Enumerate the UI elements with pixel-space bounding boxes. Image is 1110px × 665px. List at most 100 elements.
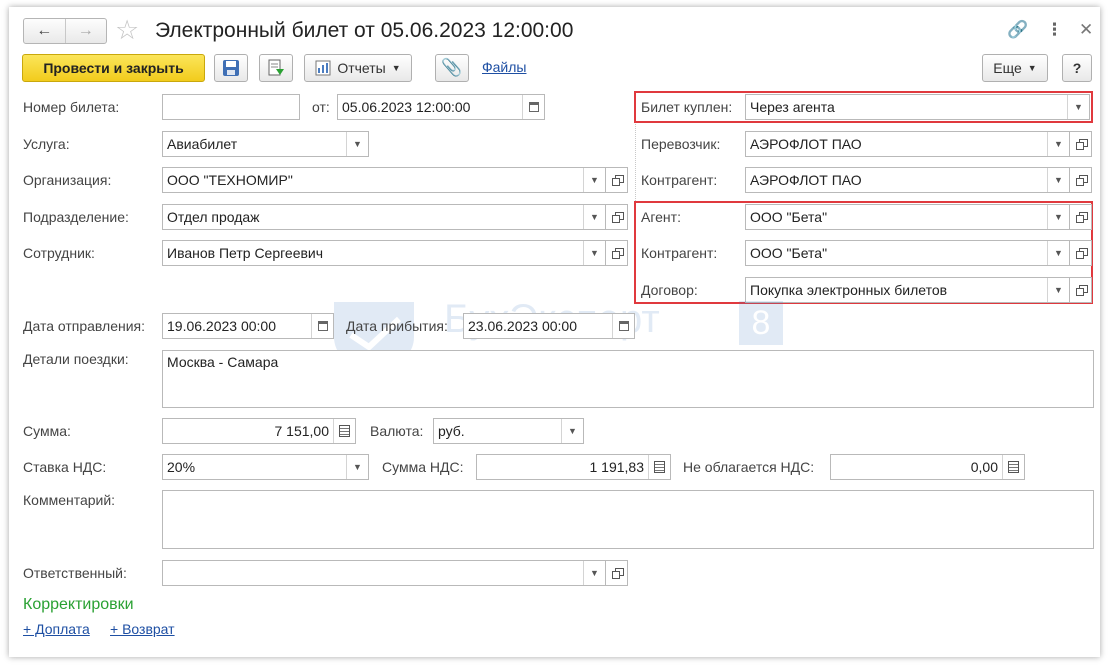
no-vat-field[interactable]: 0,00 — [830, 454, 1025, 480]
open-agent-button[interactable] — [1070, 204, 1092, 230]
employee-select[interactable]: Иванов Петр Сергеевич ▼ — [162, 240, 606, 266]
more-menu-icon[interactable]: ⋮ — [1046, 18, 1063, 42]
open-carrier-button[interactable] — [1070, 131, 1092, 157]
carrier-select[interactable]: АЭРОФЛОТ ПАО ▼ — [745, 131, 1070, 157]
department-label: Подразделение: — [23, 209, 129, 225]
depart-field[interactable]: 19.06.2023 00:00 — [162, 313, 334, 339]
carrier-value: АЭРОФЛОТ ПАО — [750, 136, 862, 152]
open-icon — [1075, 175, 1088, 186]
vat-rate-label: Ставка НДС: — [23, 459, 107, 475]
chevron-down-icon[interactable]: ▼ — [1067, 95, 1089, 119]
open-icon — [1075, 285, 1088, 296]
counterparty2-value: ООО "Бета" — [750, 245, 828, 261]
contract-label: Договор: — [641, 282, 698, 298]
depart-value: 19.06.2023 00:00 — [167, 318, 276, 334]
post-and-close-button[interactable]: Провести и закрыть — [22, 54, 205, 82]
from-date-field[interactable]: 05.06.2023 12:00:00 — [337, 94, 545, 120]
adjustments-title: Корректировки — [23, 596, 134, 613]
open-icon — [1075, 139, 1088, 150]
back-arrow-icon[interactable]: ← — [24, 19, 66, 43]
comment-field[interactable] — [162, 490, 1094, 549]
department-select[interactable]: Отдел продаж ▼ — [162, 204, 606, 230]
post-button[interactable] — [259, 54, 293, 82]
counterparty1-select[interactable]: АЭРОФЛОТ ПАО ▼ — [745, 167, 1070, 193]
agent-group: ООО "Бета" ▼ — [745, 204, 1092, 230]
refund-link[interactable]: + Возврат — [110, 621, 175, 637]
ticket-number-field[interactable] — [162, 94, 300, 120]
agent-value: ООО "Бета" — [750, 209, 828, 225]
currency-label: Валюта: — [370, 423, 424, 439]
comment-label: Комментарий: — [23, 492, 116, 508]
counterparty2-select[interactable]: ООО "Бета" ▼ — [745, 240, 1070, 266]
employee-value: Иванов Петр Сергеевич — [167, 245, 324, 261]
chevron-down-icon[interactable]: ▼ — [346, 132, 368, 156]
organization-value: ООО "ТЕХНОМИР" — [167, 172, 293, 188]
agent-select[interactable]: ООО "Бета" ▼ — [745, 204, 1070, 230]
calculator-icon[interactable] — [1002, 455, 1024, 479]
open-counterparty1-button[interactable] — [1070, 167, 1092, 193]
open-icon — [611, 175, 624, 186]
open-contract-button[interactable] — [1070, 277, 1092, 303]
open-counterparty2-button[interactable] — [1070, 240, 1092, 266]
favorite-star-icon[interactable]: ☆ — [115, 15, 139, 45]
window-title: Электронный билет от 05.06.2023 12:00:00 — [155, 19, 574, 42]
arrive-field[interactable]: 23.06.2023 00:00 — [463, 313, 635, 339]
vat-sum-label: Сумма НДС: — [382, 459, 464, 475]
document-window: ← → ☆ Электронный билет от 05.06.2023 12… — [9, 7, 1100, 657]
save-button[interactable] — [214, 54, 248, 82]
open-icon — [1075, 248, 1088, 259]
post-document-icon — [268, 59, 284, 76]
chevron-down-icon[interactable]: ▼ — [1047, 205, 1069, 229]
chevron-down-icon[interactable]: ▼ — [1047, 132, 1069, 156]
close-icon[interactable]: ✕ — [1079, 18, 1093, 42]
files-link[interactable]: Файлы — [482, 59, 526, 75]
calendar-icon[interactable] — [522, 95, 544, 119]
organization-group: ООО "ТЕХНОМИР" ▼ — [162, 167, 628, 193]
attach-button[interactable]: 📎 — [435, 54, 469, 82]
vat-sum-field[interactable]: 1 191,83 — [476, 454, 671, 480]
service-value: Авиабилет — [167, 136, 238, 152]
employee-label: Сотрудник: — [23, 245, 95, 261]
surcharge-link[interactable]: + Доплата — [23, 621, 90, 637]
chevron-down-icon[interactable]: ▼ — [561, 419, 583, 443]
currency-select[interactable]: руб. ▼ — [433, 418, 584, 444]
vat-rate-select[interactable]: 20% ▼ — [162, 454, 369, 480]
link-icon[interactable]: 🔗 — [1007, 18, 1028, 42]
forward-arrow-icon[interactable]: → — [66, 19, 107, 43]
calendar-icon[interactable] — [612, 314, 634, 338]
open-responsible-button[interactable] — [606, 560, 628, 586]
trip-details-field[interactable]: Москва - Самара — [162, 350, 1094, 408]
sum-label: Сумма: — [23, 423, 71, 439]
carrier-label: Перевозчик: — [641, 136, 721, 152]
chevron-down-icon[interactable]: ▼ — [583, 561, 605, 585]
bought-value: Через агента — [750, 99, 835, 115]
responsible-group: ▼ — [162, 560, 628, 586]
no-vat-label: Не облагается НДС: — [683, 459, 815, 475]
open-employee-button[interactable] — [606, 240, 628, 266]
reports-button[interactable]: Отчеты ▼ — [304, 54, 412, 82]
calendar-icon[interactable] — [311, 314, 333, 338]
calculator-icon[interactable] — [333, 419, 355, 443]
chevron-down-icon[interactable]: ▼ — [583, 205, 605, 229]
chevron-down-icon[interactable]: ▼ — [583, 168, 605, 192]
more-button[interactable]: Еще ▼ — [982, 54, 1048, 82]
open-department-button[interactable] — [606, 204, 628, 230]
contract-select[interactable]: Покупка электронных билетов ▼ — [745, 277, 1070, 303]
service-select[interactable]: Авиабилет ▼ — [162, 131, 369, 157]
organization-select[interactable]: ООО "ТЕХНОМИР" ▼ — [162, 167, 606, 193]
sum-field[interactable]: 7 151,00 — [162, 418, 356, 444]
chevron-down-icon[interactable]: ▼ — [1047, 241, 1069, 265]
responsible-label: Ответственный: — [23, 565, 127, 581]
bought-select[interactable]: Через агента ▼ — [745, 94, 1090, 120]
calculator-icon[interactable] — [648, 455, 670, 479]
open-organization-button[interactable] — [606, 167, 628, 193]
chevron-down-icon[interactable]: ▼ — [1047, 168, 1069, 192]
reports-icon — [315, 60, 331, 76]
chevron-down-icon[interactable]: ▼ — [1047, 278, 1069, 302]
chevron-down-icon[interactable]: ▼ — [346, 455, 368, 479]
chevron-down-icon[interactable]: ▼ — [583, 241, 605, 265]
sum-value: 7 151,00 — [274, 423, 330, 439]
help-button[interactable]: ? — [1062, 54, 1092, 82]
responsible-select[interactable]: ▼ — [162, 560, 606, 586]
contract-value: Покупка электронных билетов — [750, 282, 948, 298]
